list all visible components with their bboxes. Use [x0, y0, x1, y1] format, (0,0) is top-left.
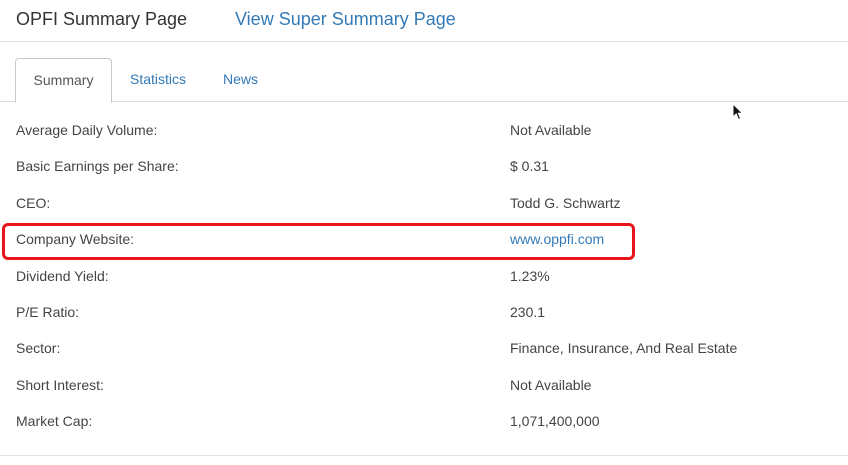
- row-value: Not Available: [510, 122, 592, 138]
- row-value: $ 0.31: [510, 158, 549, 175]
- summary-row-pe-ratio: P/E Ratio: 230.1: [0, 295, 848, 331]
- summary-row-company-website: Company Website: www.oppfi.com: [0, 222, 848, 258]
- tab-summary[interactable]: Summary: [15, 58, 112, 103]
- bottom-divider: [0, 455, 848, 456]
- page-title: OPFI Summary Page: [16, 9, 188, 29]
- summary-row-market-cap: Market Cap: 1,071,400,000: [0, 404, 848, 440]
- summary-row-dividend-yield: Dividend Yield: 1.23%: [0, 259, 848, 295]
- tab-news[interactable]: News: [223, 58, 258, 102]
- mouse-pointer-icon: [732, 103, 744, 121]
- row-label: CEO:: [16, 194, 51, 211]
- row-label: Sector:: [16, 340, 61, 357]
- company-website-link[interactable]: www.oppfi.com: [510, 231, 604, 247]
- row-label: Company Website:: [16, 231, 135, 248]
- view-super-summary-link[interactable]: View Super Summary Page: [235, 9, 456, 30]
- row-label: Average Daily Volume:: [16, 122, 158, 138]
- summary-row-ceo: CEO: Todd G. Schwartz: [0, 186, 848, 222]
- page-header: OPFI Summary Page View Super Summary Pag…: [0, 0, 848, 42]
- tab-bar: Summary Statistics News: [0, 58, 848, 103]
- row-value: 1,071,400,000: [510, 413, 600, 430]
- row-label: Short Interest:: [16, 376, 104, 393]
- summary-row-average-daily-volume: Average Daily Volume: Not Available: [0, 113, 848, 149]
- summary-row-basic-eps: Basic Earnings per Share: $ 0.31: [0, 149, 848, 185]
- summary-row-short-interest: Short Interest: Not Available: [0, 368, 848, 404]
- row-label: Market Cap:: [16, 413, 93, 430]
- row-label: P/E Ratio:: [16, 303, 80, 320]
- tab-statistics[interactable]: Statistics: [130, 58, 186, 102]
- row-value: Not Available: [510, 376, 592, 393]
- summary-row-sector: Sector: Finance, Insurance, And Real Est…: [0, 331, 848, 367]
- summary-list: Average Daily Volume: Not Available Basi…: [0, 113, 848, 441]
- row-value: Todd G. Schwartz: [510, 194, 621, 211]
- row-label: Dividend Yield:: [16, 267, 109, 284]
- row-value: Finance, Insurance, And Real Estate: [510, 340, 738, 357]
- summary-page: OPFI Summary Page View Super Summary Pag…: [0, 0, 848, 465]
- row-label: Basic Earnings per Share:: [16, 158, 179, 175]
- row-value: 230.1: [510, 303, 546, 320]
- row-value: 1.23%: [510, 267, 550, 284]
